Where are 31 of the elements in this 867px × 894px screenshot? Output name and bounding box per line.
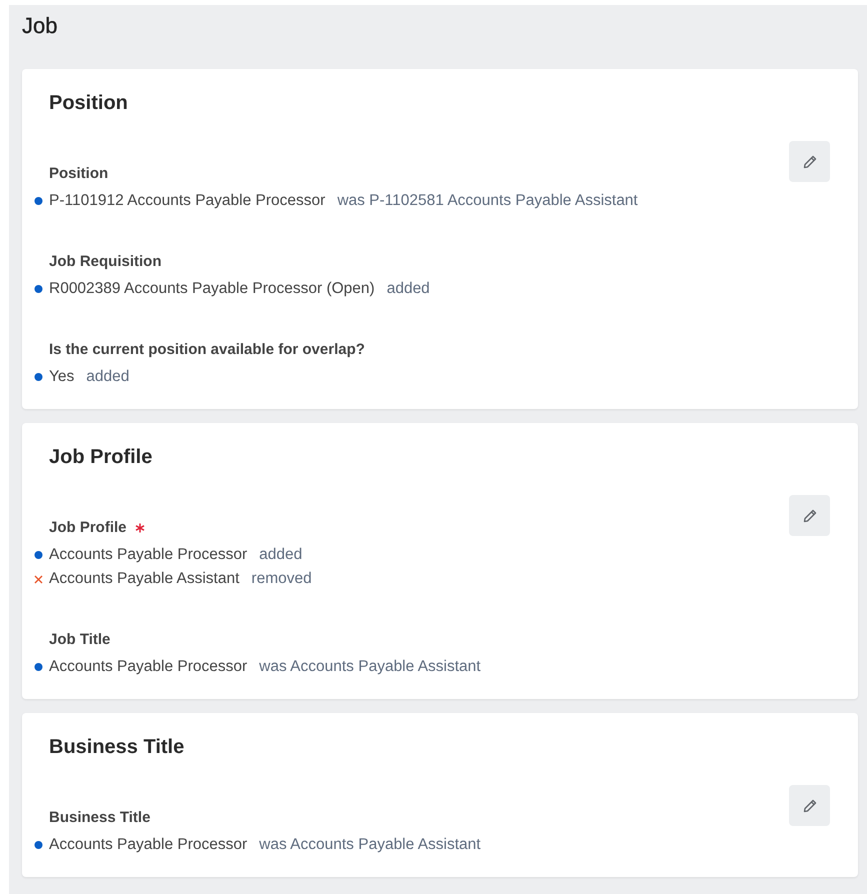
edit-button[interactable] <box>789 495 830 536</box>
edit-button[interactable] <box>789 141 830 182</box>
field-label: Job Title <box>49 631 110 648</box>
section-title: Job Profile <box>49 445 154 469</box>
field-label: Job Profile <box>49 519 127 536</box>
field-value: P-1101912 Accounts Payable Processor <box>49 191 326 211</box>
pencil-icon <box>802 154 818 170</box>
field-label: Position <box>49 165 108 182</box>
field-value: Accounts Payable Processor <box>49 657 248 677</box>
change-note: added <box>259 545 302 565</box>
section-title: Business Title <box>49 735 186 759</box>
section-title: Position <box>49 91 129 115</box>
field-label: Job Requisition <box>49 253 162 270</box>
field-value: Yes <box>49 367 74 387</box>
field-value: Accounts Payable Processor <box>49 835 248 855</box>
change-note: added <box>86 367 130 387</box>
field-value: Accounts Payable Processor <box>49 545 248 565</box>
pencil-icon <box>802 508 818 524</box>
change-note: was Accounts Payable Assistant <box>259 835 481 855</box>
field-label: Business Title <box>49 809 150 826</box>
edit-button[interactable] <box>789 785 830 826</box>
field-value: Accounts Payable Assistant <box>49 569 240 589</box>
field-label: Is the current position available for overlap? <box>49 341 365 358</box>
change-note: was Accounts Payable Assistant <box>259 657 481 677</box>
change-note: was P-1102581 Accounts Payable Assistant <box>337 191 638 211</box>
page-title: Job <box>22 15 58 37</box>
change-note: added <box>386 279 430 299</box>
required-icon <box>134 522 145 532</box>
field-value: R0002389 Accounts Payable Processor (Open) <box>49 279 375 299</box>
change-note: removed <box>251 569 312 589</box>
pencil-icon <box>802 798 818 814</box>
